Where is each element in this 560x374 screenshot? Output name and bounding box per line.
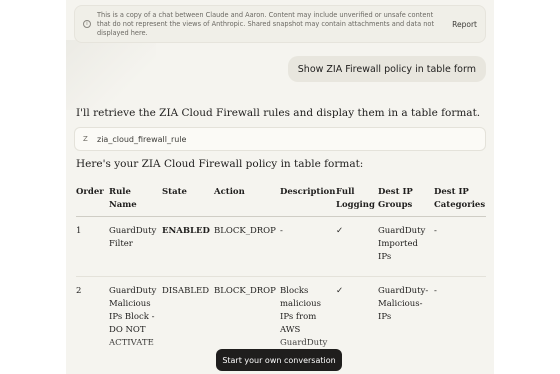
start-conversation-button[interactable]: Start your own conversation xyxy=(216,349,342,371)
cell-dest-ip-categories: - xyxy=(434,216,486,277)
decorative-fade xyxy=(66,40,156,110)
tool-call-block[interactable]: Z zia_cloud_firewall_rule xyxy=(74,127,486,151)
table-header-row: Order Rule Name State Action Description… xyxy=(76,184,486,217)
header-action: Action xyxy=(214,184,280,217)
disclaimer-text: This is a copy of a chat between Claude … xyxy=(97,10,435,37)
tool-name: zia_cloud_firewall_rule xyxy=(97,134,187,144)
header-dest-ip-categories: Dest IP Categories xyxy=(434,184,486,217)
header-order: Order xyxy=(76,184,109,217)
cell-order: 1 xyxy=(76,216,109,277)
header-full-logging: Full Logging xyxy=(336,184,378,217)
cell-state: ENABLED xyxy=(162,216,214,277)
table-row: 1 GuardDuty Filter ENABLED BLOCK_DROP - … xyxy=(76,216,486,277)
header-rule-name: Rule Name xyxy=(109,184,162,217)
header-dest-ip-groups: Dest IP Groups xyxy=(378,184,434,217)
user-message: Show ZIA Firewall policy in table form xyxy=(287,56,486,82)
report-button[interactable]: Report xyxy=(452,20,477,29)
assistant-intro-text: I'll retrieve the ZIA Cloud Firewall rul… xyxy=(76,107,481,119)
cell-description: - xyxy=(280,216,336,277)
header-description: Description xyxy=(280,184,336,217)
table-intro-text: Here's your ZIA Cloud Firewall policy in… xyxy=(76,158,364,170)
tool-icon: Z xyxy=(83,135,88,143)
header-state: State xyxy=(162,184,214,217)
info-icon: i xyxy=(83,20,91,28)
shared-chat-disclaimer: i This is a copy of a chat between Claud… xyxy=(74,5,486,43)
cell-dest-ip-groups: GuardDuty Imported IPs xyxy=(378,216,434,277)
cell-full-logging: ✓ xyxy=(336,216,378,277)
cell-rule-name: GuardDuty Filter xyxy=(109,216,162,277)
cell-action: BLOCK_DROP xyxy=(214,216,280,277)
